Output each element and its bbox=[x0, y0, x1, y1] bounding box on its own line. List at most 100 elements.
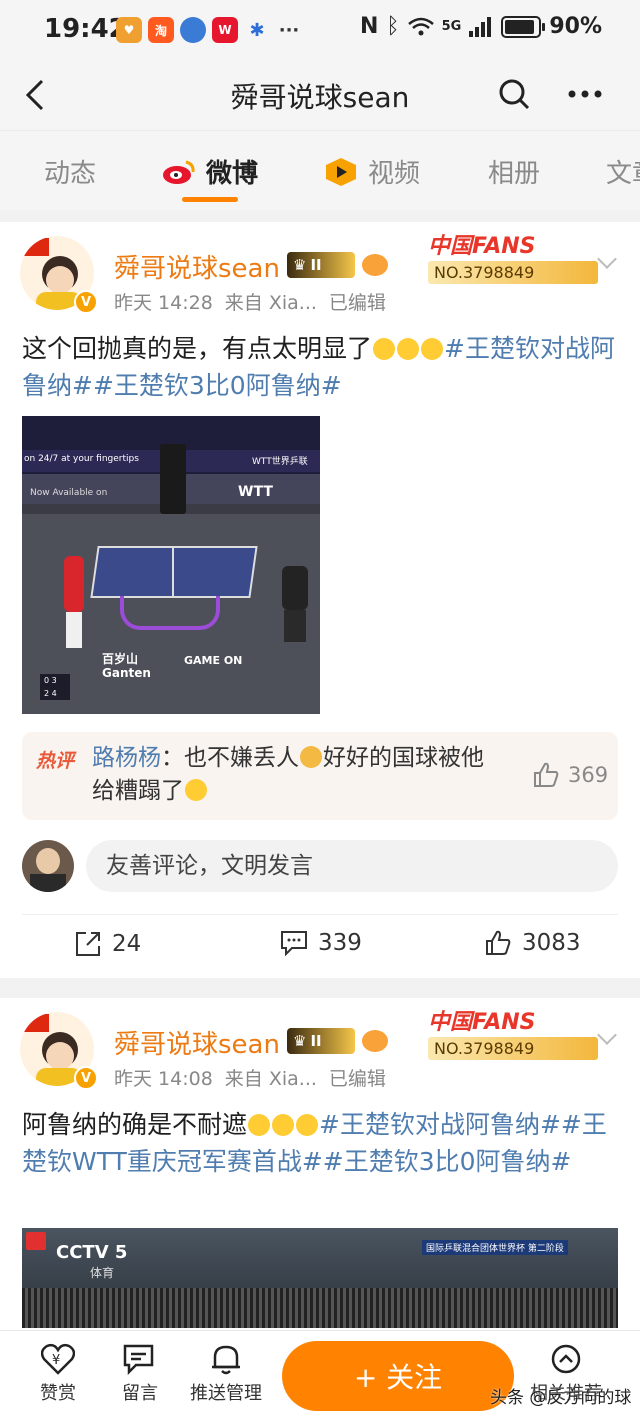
battery-fill bbox=[505, 19, 535, 34]
push-settings-button[interactable]: 推送管理 bbox=[190, 1343, 262, 1405]
more-dots-icon: ··· bbox=[278, 19, 300, 41]
avatar[interactable]: V bbox=[20, 1012, 98, 1090]
fans-badge[interactable]: 中国FANS NO.3798849 bbox=[428, 228, 598, 284]
page-title: 舜哥说球sean bbox=[230, 81, 410, 114]
emoji-icon bbox=[272, 1114, 295, 1136]
more-icon[interactable] bbox=[568, 90, 602, 98]
china-flag-icon bbox=[23, 238, 49, 256]
battery-percent: 90% bbox=[549, 14, 602, 39]
heart-yuan-icon: ¥ bbox=[41, 1343, 75, 1375]
video-net bbox=[22, 1288, 618, 1328]
search-icon[interactable] bbox=[498, 78, 530, 110]
post-card[interactable]: V 舜哥说球sean ♛ II 中国FANS NO.3798849 昨天 14:2… bbox=[0, 222, 640, 978]
emoji-icon bbox=[300, 746, 322, 768]
comment-input[interactable]: 友善评论，文明发言 bbox=[86, 840, 618, 892]
hashtag-link[interactable]: #王楚钦3比0阿鲁纳# bbox=[93, 371, 342, 400]
username[interactable]: 舜哥说球sean bbox=[114, 1024, 280, 1061]
hot-comment-tag: 热评 bbox=[36, 750, 75, 772]
status-bar: 19:42 ♥ 淘 W ✱ ··· N ᛒ 5G 90% bbox=[0, 0, 640, 60]
video-channel-sub: 体育 bbox=[90, 1266, 115, 1280]
post-source: 来自 Xia... bbox=[224, 1068, 317, 1090]
tab-label: 相册 bbox=[488, 159, 541, 189]
image-wtt-logo: WTT bbox=[238, 484, 273, 500]
comment-button[interactable]: 339 bbox=[280, 930, 362, 956]
tab-weibo[interactable]: 微博 bbox=[162, 153, 258, 190]
crown-icon: ♛ bbox=[293, 1032, 307, 1050]
nav-bar: 舜哥说球sean bbox=[0, 60, 640, 130]
follow-label: + 关注 bbox=[353, 1361, 443, 1394]
wifi-icon bbox=[407, 17, 434, 35]
weibo-logo-icon bbox=[163, 160, 195, 184]
separator bbox=[0, 978, 640, 998]
level-badge: ♛ II bbox=[287, 1028, 355, 1054]
divider bbox=[22, 914, 618, 915]
hot-comment-text: 路杨杨：也不嫌丢人 好好的国球被他给糟蹋了 bbox=[92, 742, 502, 808]
watermark: 头条 @反方向的球 bbox=[490, 1388, 632, 1408]
china-flag-icon bbox=[23, 1014, 49, 1032]
signal-icon bbox=[469, 16, 492, 37]
profile-tabs: 动态 微博 视频 相册 文章 bbox=[0, 130, 640, 210]
image-sponsor-logo: 百岁山 Ganten bbox=[102, 652, 151, 680]
chevron-down-icon[interactable] bbox=[597, 249, 617, 269]
level-label: II bbox=[310, 1032, 322, 1050]
message-label: 留言 bbox=[122, 1383, 158, 1404]
image-scoreboard: 0 3 2 4 bbox=[40, 674, 70, 700]
emoji-icon bbox=[296, 1114, 319, 1136]
post-card[interactable]: V 舜哥说球sean ♛ II 中国FANS NO.3798849 昨天 14:0… bbox=[0, 998, 640, 1330]
reward-label: 赞赏 bbox=[40, 1383, 76, 1404]
post-body: 这个回抛真的是，有点太明显了 bbox=[22, 334, 373, 363]
svg-text:¥: ¥ bbox=[52, 1353, 60, 1368]
network-label: 5G bbox=[441, 19, 462, 34]
repost-button[interactable]: 24 bbox=[74, 930, 141, 958]
heart-app-icon: ♥ bbox=[116, 17, 142, 43]
crown-icon: ♛ bbox=[293, 256, 307, 274]
comment-icon bbox=[281, 931, 307, 956]
tab-dynamic[interactable]: 动态 bbox=[44, 153, 96, 190]
follow-button[interactable]: + 关注 bbox=[282, 1341, 514, 1411]
fans-label: 中国FANS bbox=[428, 1010, 536, 1035]
bluetooth-icon: ᛒ bbox=[386, 14, 400, 39]
image-banner-text: on 24/7 at your fingertips bbox=[24, 454, 139, 464]
image-available-text: Now Available on bbox=[30, 488, 108, 498]
emoji-icon bbox=[248, 1114, 271, 1136]
bell-icon bbox=[212, 1345, 240, 1375]
weibo-app-icon: W bbox=[212, 17, 238, 43]
tab-article[interactable]: 文章 bbox=[606, 153, 640, 190]
fans-label: 中国FANS bbox=[428, 234, 536, 259]
status-time: 19:42 bbox=[44, 14, 127, 44]
nfc-icon: N bbox=[359, 14, 379, 39]
hashtag-link[interactable]: #王楚钦3比0阿鲁纳# bbox=[323, 1147, 572, 1176]
chevron-down-icon[interactable] bbox=[597, 1025, 617, 1045]
thumbs-up-icon bbox=[486, 930, 511, 955]
verified-icon: V bbox=[74, 290, 98, 314]
image-game-on-logo: GAME ON bbox=[184, 654, 243, 667]
video-overlay-text: 国际乒联混合团体世界杯 第二阶段 bbox=[422, 1240, 568, 1255]
hot-comment[interactable]: 热评 路杨杨：也不嫌丢人 好好的国球被他给糟蹋了 369 bbox=[22, 732, 618, 820]
comment-count: 339 bbox=[318, 930, 362, 956]
broadcast-logo-icon bbox=[26, 1232, 46, 1250]
username[interactable]: 舜哥说球sean bbox=[114, 248, 280, 285]
message-icon bbox=[123, 1344, 154, 1375]
post-text: 这个回抛真的是，有点太明显了 #王楚钦对战阿鲁纳##王楚钦3比0阿鲁纳# bbox=[22, 330, 622, 404]
hashtag-link[interactable]: #王楚钦对战阿鲁纳# bbox=[319, 1110, 561, 1139]
avatar[interactable]: V bbox=[20, 236, 98, 314]
tab-label: 文章 bbox=[606, 159, 640, 189]
tab-label: 微博 bbox=[206, 159, 259, 189]
status-app-icons: ♥ 淘 W ✱ ··· bbox=[116, 17, 302, 43]
baidu-app-icon: ✱ bbox=[249, 19, 265, 41]
like-count: 369 bbox=[568, 763, 609, 787]
hot-comment-likes[interactable]: 369 bbox=[532, 762, 608, 788]
message-button[interactable]: 留言 bbox=[122, 1343, 158, 1405]
tab-album[interactable]: 相册 bbox=[488, 153, 540, 190]
post-image[interactable]: on 24/7 at your fingertips WTT世界乒联 Now A… bbox=[22, 416, 320, 714]
tab-video[interactable]: 视频 bbox=[324, 153, 420, 190]
post-video[interactable]: CCTV 5 体育 国际乒联混合团体世界杯 第二阶段 bbox=[22, 1228, 618, 1328]
reward-button[interactable]: ¥ 赞赏 bbox=[40, 1343, 76, 1405]
tab-label: 动态 bbox=[44, 159, 97, 189]
fish-badge-icon bbox=[362, 1030, 388, 1052]
fans-badge[interactable]: 中国FANS NO.3798849 bbox=[428, 1004, 598, 1060]
hot-comment-author[interactable]: 路杨杨 bbox=[92, 745, 161, 771]
repost-count: 24 bbox=[112, 931, 142, 957]
like-button[interactable]: 3083 bbox=[484, 930, 581, 956]
edited-label: 已编辑 bbox=[328, 1068, 386, 1090]
